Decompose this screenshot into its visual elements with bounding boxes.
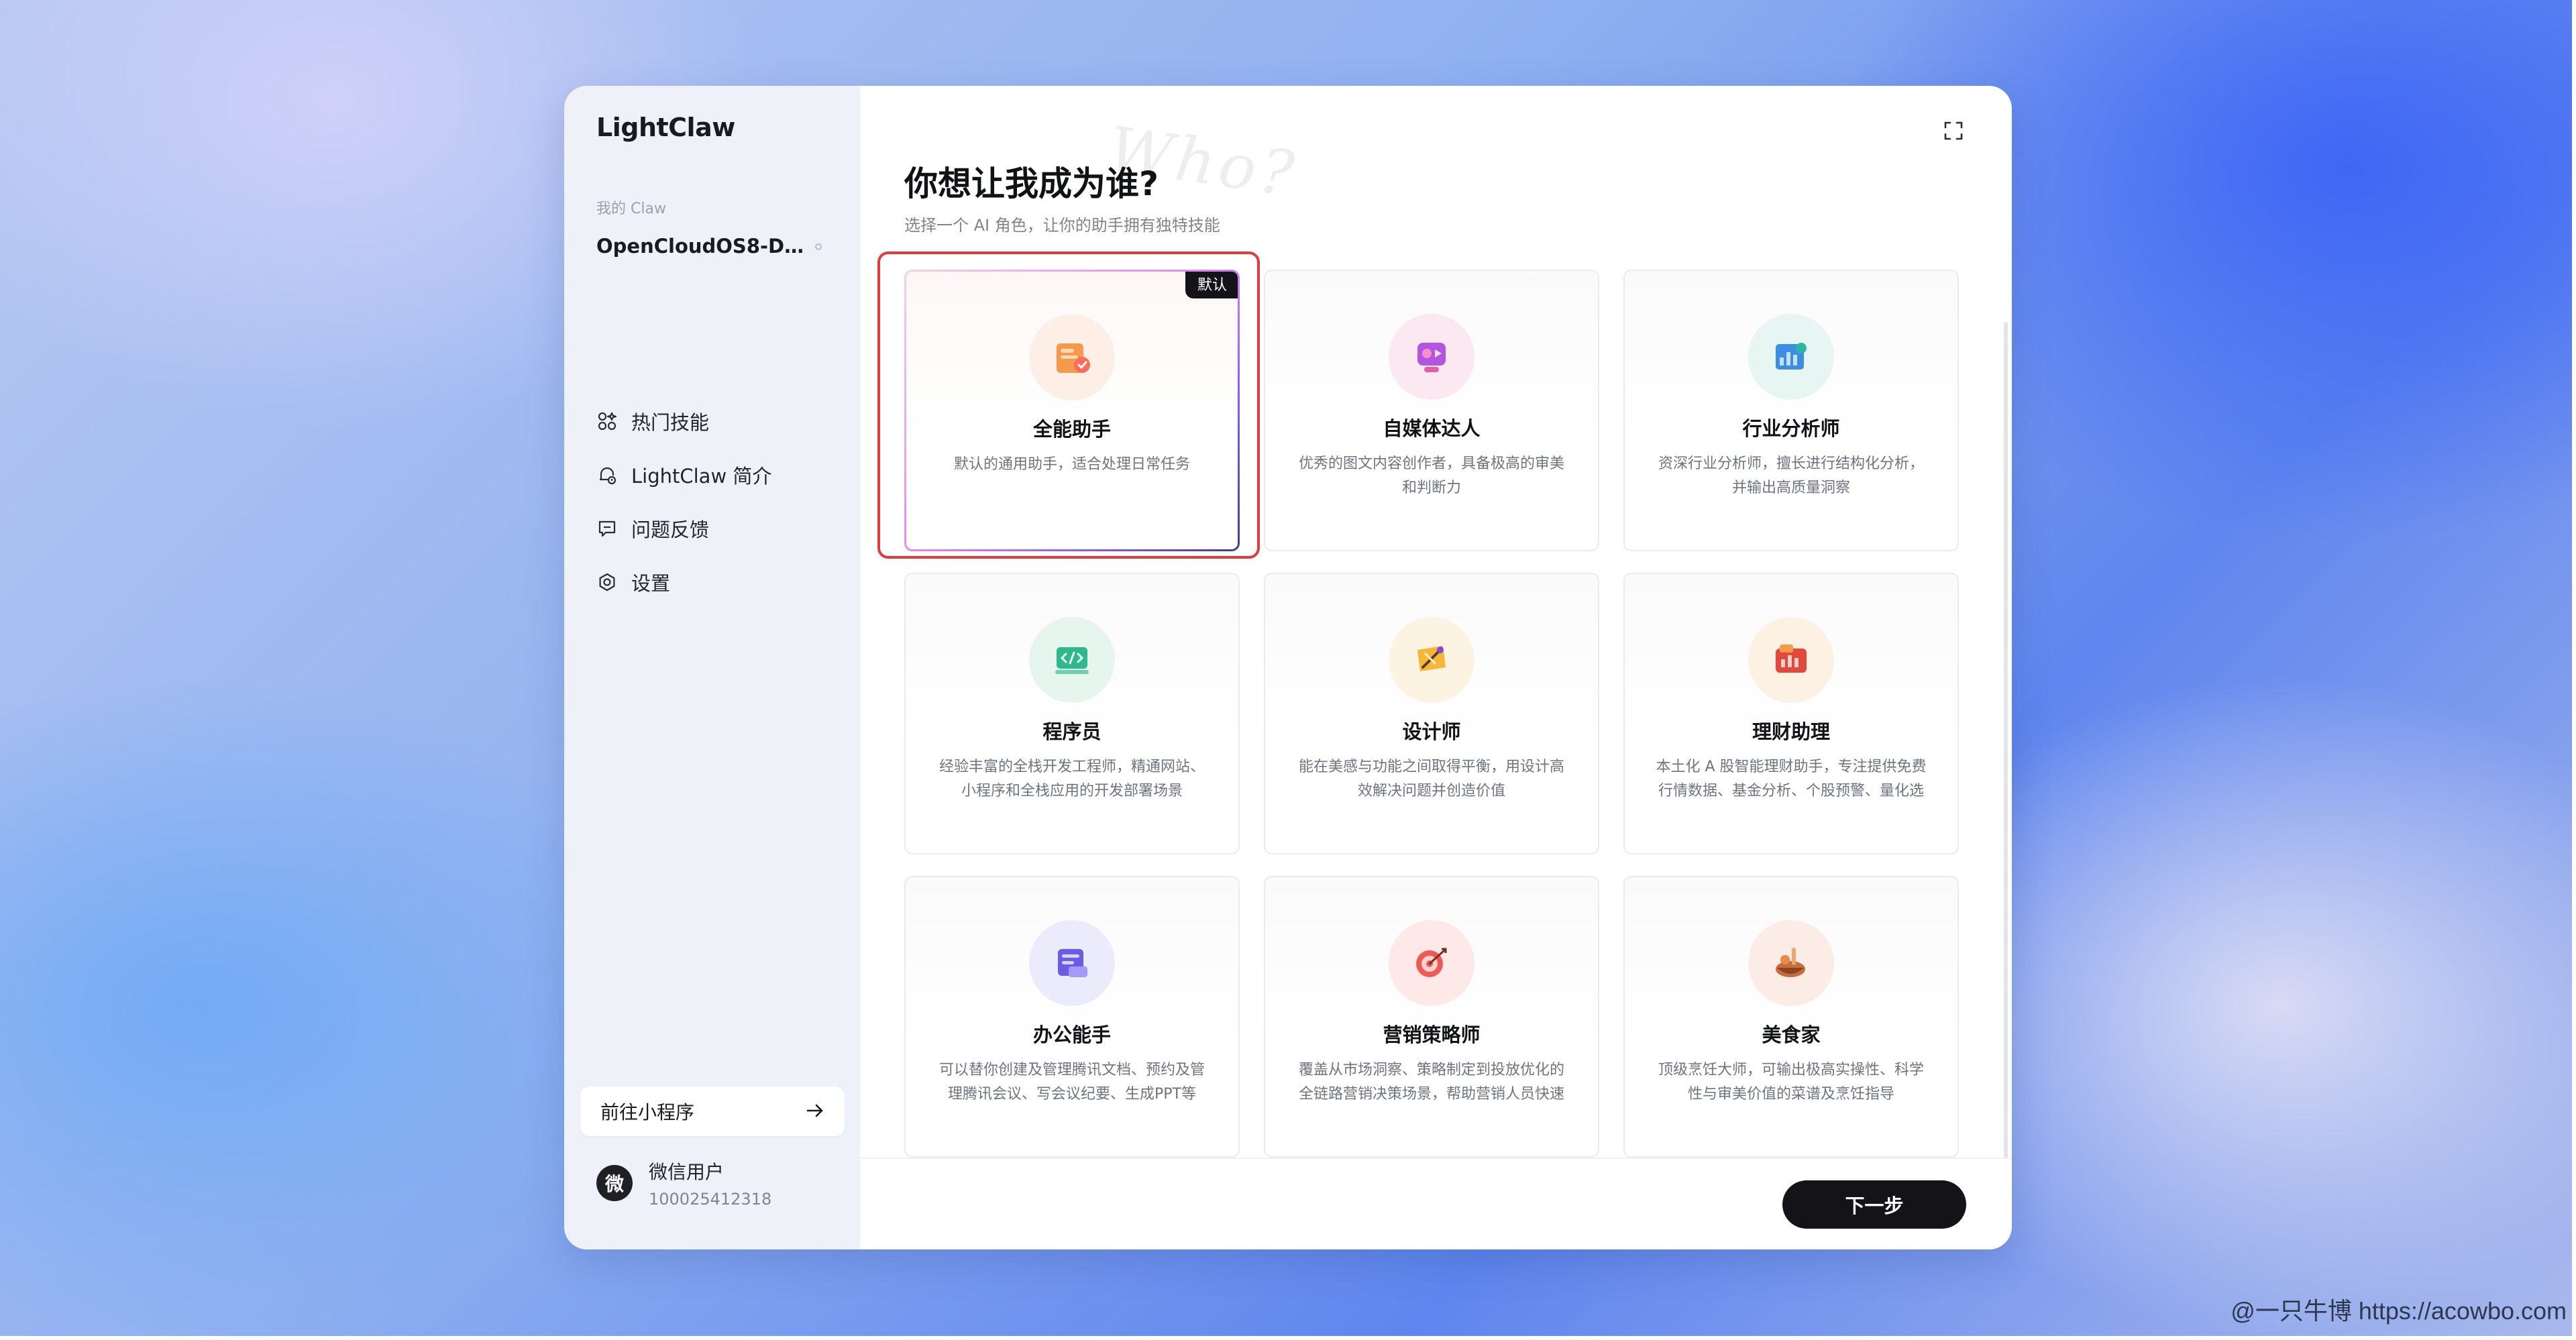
bell-info-icon <box>596 464 618 486</box>
marketing-strategist-icon <box>1389 920 1474 1006</box>
page-title: 你想让我成为谁? <box>904 164 1159 203</box>
role-card-designer[interactable]: 设计师 能在美感与功能之间取得平衡，用设计高效解决问题并创造价值 <box>1264 573 1599 854</box>
role-title: 办公能手 <box>1032 1023 1111 1046</box>
go-to-mini-program-button[interactable]: 前往小程序 <box>580 1086 845 1136</box>
scrollbar[interactable] <box>2004 322 2008 1207</box>
role-description: 本土化 A 股智能理财助手，专注提供免费行情数据、基金分析、个股预警、量化选股等… <box>1656 759 1927 799</box>
skills-icon <box>596 410 618 432</box>
role-title: 设计师 <box>1402 720 1461 743</box>
role-card-gourmet[interactable]: 美食家 顶级烹饪大师，可输出极高实操性、科学性与审美价值的菜谱及烹饪指导 <box>1623 876 1959 1158</box>
role-title: 美食家 <box>1762 1023 1821 1046</box>
role-description: 能在美感与功能之间取得平衡，用设计高效解决问题并创造价值 <box>1298 759 1564 799</box>
role-description: 经验丰富的全栈开发工程师，精通网站、小程序和全栈应用的开发部署场景 <box>938 759 1205 799</box>
user-name: 微信用户 <box>649 1161 724 1183</box>
office-expert-icon <box>1029 920 1115 1006</box>
sidebar-item-intro[interactable]: LightClaw 简介 <box>596 448 771 502</box>
role-title: 行业分析师 <box>1742 417 1840 440</box>
role-title: 全能助手 <box>1032 418 1111 441</box>
app-logo: LightClaw <box>596 113 735 142</box>
role-card-programmer[interactable]: 程序员 经验丰富的全栈开发工程师，精通网站、小程序和全栈应用的开发部署场景 <box>904 573 1240 854</box>
industry-analyst-icon <box>1748 314 1834 400</box>
role-card-industry-analyst[interactable]: 行业分析师 资深行业分析师，擅长进行结构化分析，并输出高质量洞察 <box>1623 270 1959 551</box>
sidebar: LightClaw 我的 Claw OpenCloudOS8-Docker 热门… <box>564 86 860 1249</box>
role-card-media-creator[interactable]: 自媒体达人 优秀的图文内容创作者，具备极高的审美和判断力 <box>1264 270 1599 551</box>
role-description: 资深行业分析师，擅长进行结构化分析，并输出高质量洞察 <box>1658 455 1924 496</box>
sidebar-nav: 热门技能 LightClaw 简介 问题反馈 设置 <box>596 394 771 609</box>
footer-bar: 下一步 <box>860 1158 2012 1249</box>
role-description: 顶级烹饪大师，可输出极高实操性、科学性与审美价值的菜谱及烹饪指导 <box>1658 1062 1924 1103</box>
role-title: 程序员 <box>1042 720 1102 743</box>
arrow-right-icon <box>806 1101 824 1123</box>
gourmet-icon <box>1748 920 1834 1006</box>
role-card-marketing-strategist[interactable]: 营销策略师 覆盖从市场洞察、策略制定到投放优化的全链路营销决策场景，帮助营销人员… <box>1264 876 1599 1158</box>
mini-program-label: 前往小程序 <box>600 1101 695 1123</box>
page-subtitle: 选择一个 AI 角色，让你的助手拥有独特技能 <box>904 216 1220 235</box>
user-id: 100025412318 <box>649 1190 772 1209</box>
designer-icon <box>1389 617 1474 703</box>
all-round-assistant-icon <box>1029 315 1115 400</box>
role-description: 优秀的图文内容创作者，具备极高的审美和判断力 <box>1298 455 1564 496</box>
sidebar-item-settings[interactable]: 设置 <box>596 555 771 609</box>
my-claw-label: 我的 Claw <box>596 201 666 217</box>
default-badge: 默认 <box>1185 272 1238 298</box>
sidebar-item-label: 问题反馈 <box>631 518 710 541</box>
next-button[interactable]: 下一步 <box>1782 1180 1966 1229</box>
main-panel: Who? 你想让我成为谁? 选择一个 AI 角色，让你的助手拥有独特技能 默认 <box>860 86 2012 1249</box>
instance-status-icon <box>815 243 822 250</box>
role-title: 营销策略师 <box>1383 1023 1481 1046</box>
programmer-icon <box>1029 617 1115 703</box>
role-selection-dialog: LightClaw 我的 Claw OpenCloudOS8-Docker 热门… <box>564 86 2012 1249</box>
watermark: @一只牛博 https://acowbo.com <box>2231 1297 2567 1325</box>
user-profile[interactable]: 微 微信用户 100025412318 <box>596 1158 771 1209</box>
role-description: 覆盖从市场洞察、策略制定到投放优化的全链路营销决策场景，帮助营销人员快速完成工作 <box>1298 1062 1564 1103</box>
role-card-office-expert[interactable]: 办公能手 可以替你创建及管理腾讯文档、预约及管理腾讯会议、写会议纪要、生成PPT… <box>904 876 1240 1158</box>
sidebar-item-label: LightClaw 简介 <box>631 465 772 488</box>
media-creator-icon <box>1389 314 1474 400</box>
role-title: 自媒体达人 <box>1383 417 1481 440</box>
role-description: 默认的通用助手，适合处理日常任务 <box>953 456 1190 473</box>
role-card-finance-assistant[interactable]: 理财助理 本土化 A 股智能理财助手，专注提供免费行情数据、基金分析、个股预警、… <box>1623 573 1959 854</box>
role-description: 可以替你创建及管理腾讯文档、预约及管理腾讯会议、写会议纪要、生成PPT等 <box>938 1062 1205 1103</box>
expand-icon[interactable] <box>1942 119 1965 142</box>
sidebar-item-feedback[interactable]: 问题反馈 <box>596 502 771 555</box>
instance-name[interactable]: OpenCloudOS8-Docker <box>596 235 804 258</box>
role-title: 理财助理 <box>1752 720 1830 743</box>
sidebar-item-label: 热门技能 <box>631 411 710 434</box>
role-card-all-round[interactable]: 默认 全能助手 默认的通用助手，适合处理日常任务 <box>904 270 1240 551</box>
sidebar-item-label: 设置 <box>631 572 671 595</box>
feedback-icon <box>596 518 618 539</box>
sidebar-item-skills[interactable]: 热门技能 <box>596 394 771 448</box>
avatar: 微 <box>596 1165 633 1201</box>
finance-assistant-icon <box>1748 617 1834 703</box>
settings-icon <box>596 571 618 593</box>
